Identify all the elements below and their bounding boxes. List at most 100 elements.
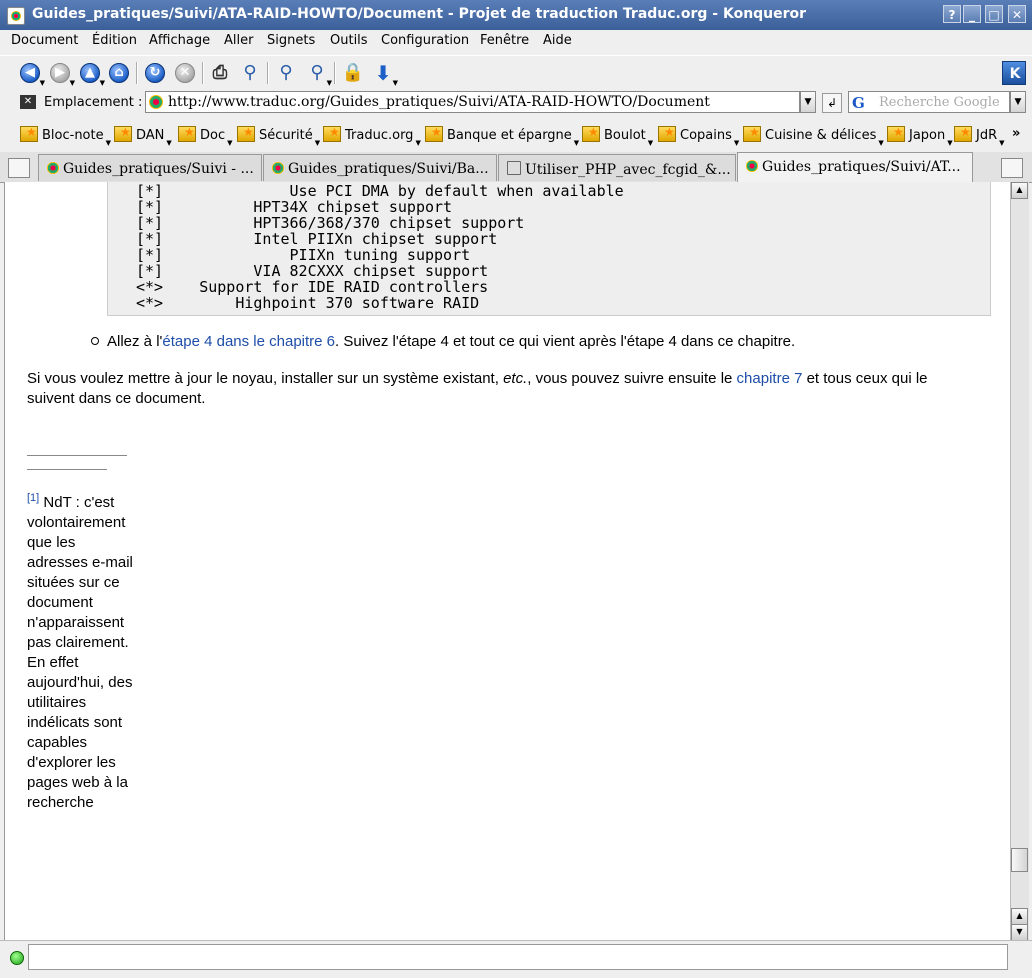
bookmark-folder-icon	[658, 125, 676, 142]
close-tab-icon[interactable]	[1001, 158, 1023, 178]
new-tab-icon[interactable]	[8, 158, 30, 178]
reload-button[interactable]: ↻	[143, 61, 167, 85]
download-button[interactable]: ⬇ ▼	[371, 61, 398, 87]
kde-logo-icon: K	[1009, 66, 1021, 82]
tab-3[interactable]: Utiliser_PHP_avec_fcgid_&...	[498, 154, 736, 181]
forward-button[interactable]: ▶ ▼	[48, 61, 75, 87]
menu-fenetre[interactable]: Fenêtre	[480, 33, 529, 48]
bookmark-folder-cuisine[interactable]: Cuisine & délices▼	[743, 125, 884, 147]
zoom-in-icon: ⚲	[279, 62, 293, 83]
help-window-button[interactable]: ?	[943, 5, 961, 23]
bookmark-folder-banque[interactable]: Banque et épargne▼	[425, 125, 579, 147]
footnote-ref-link[interactable]: [1]	[27, 492, 39, 504]
bookmark-folder-traduc[interactable]: Traduc.org▼	[323, 125, 421, 147]
close-window-button[interactable]: ✕	[1008, 5, 1026, 23]
bookmark-folder-icon	[237, 125, 255, 142]
clear-location-icon[interactable]: ✕	[20, 95, 36, 109]
page-content: [*] Use PCI DMA by default when availabl…	[4, 182, 1011, 940]
download-arrow-icon: ⬇	[374, 61, 392, 85]
search-placeholder: Recherche Google	[879, 95, 1000, 110]
window-title: Guides_pratiques/Suivi/ATA-RAID-HOWTO/Do…	[32, 6, 807, 22]
bookmark-folder-icon	[743, 125, 761, 142]
main-toolbar: ◀ ▼ ▶ ▼ ▲ ▼ ⌂ ↻ ✕ ⎙ ⚲ ⚲ ⚲ ▼ 🔒 ⬇ ▼ K	[0, 55, 1032, 90]
up-button[interactable]: ▲ ▼	[78, 61, 105, 87]
site-favicon	[507, 161, 521, 175]
tab-bar: Guides_pratiques/Suivi - ... Guides_prat…	[0, 152, 1032, 183]
konqueror-app-icon[interactable]	[7, 7, 25, 25]
bookmark-folder-jdr[interactable]: JdR▼	[954, 125, 1005, 147]
menu-aide[interactable]: Aide	[543, 33, 572, 48]
footnote-divider	[27, 469, 107, 470]
menu-aller[interactable]: Aller	[224, 33, 253, 48]
vertical-scrollbar[interactable]: ▲ ▲ ▼	[1010, 182, 1029, 941]
scroll-down-button[interactable]: ▼	[1011, 924, 1028, 941]
location-history-dropdown[interactable]: ▼	[800, 91, 816, 113]
connection-status-icon	[10, 951, 24, 965]
site-favicon	[149, 95, 163, 109]
location-label: Emplacement :	[44, 95, 143, 110]
bookmark-folder-copains[interactable]: Copains▼	[658, 125, 739, 147]
list-item: Allez à l'étape 4 dans le chapitre 6. Su…	[91, 333, 795, 350]
search-input[interactable]: G Recherche Google	[848, 91, 1010, 113]
enter-icon: ↲	[826, 96, 838, 110]
find-button[interactable]: ⚲	[238, 61, 262, 85]
bookmark-folder-boulot[interactable]: Boulot▼	[582, 125, 653, 147]
bookmark-folder-securite[interactable]: Sécurité▼	[237, 125, 320, 147]
tab-2[interactable]: Guides_pratiques/Suivi/Ba...	[263, 154, 497, 181]
google-search-icon: G	[852, 94, 865, 112]
chapter7-link[interactable]: chapitre 7	[737, 370, 803, 387]
security-button[interactable]: 🔒	[341, 61, 365, 85]
bookmark-folder-japon[interactable]: Japon▼	[887, 125, 953, 147]
go-button[interactable]: ↲	[822, 93, 842, 113]
bookmark-folder-bloc-note[interactable]: Bloc-note▼	[20, 125, 111, 147]
bookmark-folder-doc[interactable]: Doc▼	[178, 125, 233, 147]
menu-configuration[interactable]: Configuration	[381, 33, 469, 48]
tab-1[interactable]: Guides_pratiques/Suivi - ...	[38, 154, 262, 181]
bookmark-folder-icon	[582, 125, 600, 142]
location-url: http://www.traduc.org/Guides_pratiques/S…	[168, 94, 710, 110]
code-line: <*> Highpoint 370 software RAID	[136, 294, 480, 312]
minimize-window-button[interactable]: _	[963, 5, 981, 23]
zoom-in-button[interactable]: ⚲	[274, 61, 298, 85]
bookmark-toolbar: Bloc-note▼ DAN▼ Doc▼ Sécurité▼ Traduc.or…	[0, 120, 1032, 150]
scroll-up-button-bottom[interactable]: ▲	[1011, 908, 1028, 925]
maximize-window-button[interactable]: □	[985, 5, 1003, 23]
bookmark-folder-dan[interactable]: DAN▼	[114, 125, 172, 147]
scrollbar-thumb[interactable]	[1011, 848, 1028, 872]
search-engine-dropdown[interactable]: ▼	[1010, 91, 1026, 113]
bookmark-overflow-button[interactable]: »	[1012, 126, 1020, 146]
location-input[interactable]: http://www.traduc.org/Guides_pratiques/S…	[145, 91, 800, 113]
circle-bullet-icon	[91, 337, 99, 345]
bookmark-folder-icon	[20, 125, 38, 142]
menu-outils[interactable]: Outils	[330, 33, 368, 48]
bookmark-folder-icon	[954, 125, 972, 142]
kde-logo-button[interactable]: K	[1002, 61, 1026, 85]
status-text-field	[28, 944, 1008, 970]
magnifier-icon: ⚲	[243, 62, 257, 83]
tab-4-active[interactable]: Guides_pratiques/Suivi/AT...	[737, 152, 973, 182]
menu-signets[interactable]: Signets	[267, 33, 315, 48]
step4-chapter6-link[interactable]: étape 4 dans le chapitre 6	[162, 333, 335, 350]
menu-edition[interactable]: Édition	[92, 33, 137, 48]
kernel-config-code-block: [*] Use PCI DMA by default when availabl…	[107, 182, 991, 316]
printer-icon: ⎙	[212, 62, 228, 83]
back-button[interactable]: ◀ ▼	[18, 61, 45, 87]
site-favicon	[47, 162, 59, 174]
padlock-icon: 🔒	[341, 62, 365, 83]
zoom-out-icon: ⚲	[310, 62, 324, 83]
menu-affichage[interactable]: Affichage	[149, 33, 210, 48]
zoom-out-button[interactable]: ⚲ ▼	[305, 61, 332, 87]
site-favicon	[746, 160, 758, 172]
stop-button[interactable]: ✕	[173, 61, 197, 85]
bookmark-folder-icon	[178, 125, 196, 142]
body-paragraph: Si vous voulez mettre à jour le noyau, i…	[27, 370, 928, 407]
menu-document[interactable]: Document	[11, 33, 78, 48]
print-button[interactable]: ⎙	[208, 61, 232, 85]
scroll-up-button[interactable]: ▲	[1011, 182, 1028, 199]
window-title-bar[interactable]: Guides_pratiques/Suivi/ATA-RAID-HOWTO/Do…	[0, 0, 1032, 31]
footnote: [1] NdT : c'est volontairement que les a…	[27, 492, 133, 811]
status-bar	[0, 940, 1032, 978]
footnote-divider	[27, 455, 127, 456]
menu-bar: Document Édition Affichage Aller Signets…	[0, 30, 1032, 54]
home-button[interactable]: ⌂	[107, 61, 131, 85]
